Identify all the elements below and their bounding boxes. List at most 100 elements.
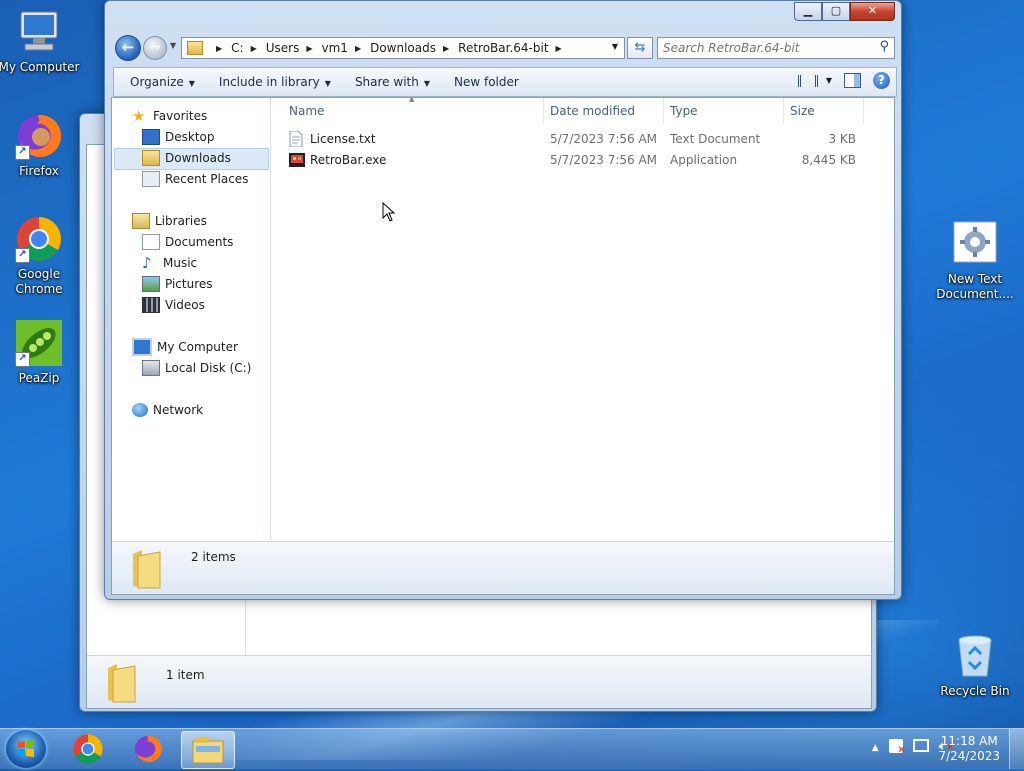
back-button[interactable]: ← (115, 35, 141, 61)
column-header-name[interactable]: Name (289, 104, 324, 122)
search-input[interactable] (661, 38, 871, 58)
network-status-icon[interactable] (912, 739, 929, 752)
breadcrumb-item[interactable]: Downloads (370, 41, 436, 55)
file-list: ▲ Name Date modified Type Size License.t… (271, 95, 893, 540)
forward-button[interactable]: → (143, 36, 167, 60)
organize-menu[interactable]: Organize ▼ (114, 75, 203, 89)
file-name: License.txt (310, 132, 376, 146)
taskbar-explorer[interactable] (181, 731, 235, 769)
nav-music[interactable]: ♪ Music (142, 253, 197, 273)
desktop-icon-my-computer[interactable]: My Computer (0, 8, 81, 75)
breadcrumb-item[interactable]: Users (266, 41, 300, 55)
chevron-right-icon[interactable]: ▶ (443, 44, 449, 53)
pictures-icon (142, 276, 160, 292)
chevron-right-icon[interactable]: ▶ (556, 44, 562, 53)
desktop-icon-new-text-document[interactable]: New Text Document.... (932, 220, 1018, 302)
nav-my-computer[interactable]: My Computer (132, 337, 238, 357)
videos-icon (142, 297, 160, 313)
settings-file-icon (951, 220, 999, 268)
column-header-type[interactable]: Type (670, 104, 698, 122)
close-button[interactable]: ✕ (850, 2, 895, 21)
desktop-icon-chrome[interactable]: ↗ Google Chrome (0, 215, 81, 297)
taskbar: ▲ ✕ 🔈︎✕ 11:18 AM 7/24/2023 (0, 728, 1024, 769)
chevron-down-icon: ▼ (324, 79, 331, 88)
command-bar: Organize ▼ Include in library ▼ Share with… (113, 67, 897, 97)
nav-documents[interactable]: Documents (142, 232, 233, 252)
nav-local-disk[interactable]: Local Disk (C:) (142, 358, 251, 378)
folder-icon (130, 548, 164, 589)
view-icon (797, 74, 818, 87)
column-header-size[interactable]: Size (790, 104, 815, 122)
peazip-icon: ↗ (15, 319, 63, 367)
column-header-date-modified[interactable]: Date modified (550, 104, 635, 122)
desktop-icon-recycle-bin[interactable]: Recycle Bin (932, 632, 1018, 699)
start-button[interactable] (6, 730, 46, 768)
taskbar-chrome[interactable] (62, 731, 114, 767)
clock[interactable]: 11:18 AM 7/24/2023 (938, 734, 1000, 764)
breadcrumb-item[interactable]: vm1 (322, 41, 348, 55)
show-desktop-button[interactable] (1009, 729, 1024, 769)
breadcrumb-item[interactable]: RetroBar.64-bit (458, 41, 548, 55)
nav-desktop[interactable]: Desktop (142, 127, 215, 147)
recent-pages-dropdown[interactable]: ▼ (170, 41, 176, 50)
music-icon: ♪ (142, 254, 152, 272)
nav-network[interactable]: Network (132, 400, 203, 420)
taskbar-firefox[interactable] (122, 731, 174, 767)
mouse-cursor-icon (382, 201, 396, 225)
text-file-icon (289, 130, 303, 150)
file-size: 8,445 KB (801, 153, 856, 167)
chevron-right-icon[interactable]: ▶ (216, 44, 222, 53)
chrome-icon: ↗ (15, 215, 63, 263)
nav-downloads[interactable]: Downloads (142, 148, 231, 168)
shortcut-arrow-icon: ↗ (15, 145, 30, 160)
file-row[interactable]: License.txt 5/7/2023 7:56 AM Text Docume… (271, 129, 871, 149)
preview-pane-button[interactable] (844, 73, 861, 88)
chevron-right-icon[interactable]: ▶ (306, 44, 312, 53)
navigation-pane: ★ Favorites Desktop Downloads Recent Plac… (112, 98, 271, 540)
nav-recent-places[interactable]: Recent Places (142, 169, 248, 189)
include-in-library-menu[interactable]: Include in library ▼ (203, 75, 339, 89)
item-count: 2 items (191, 550, 236, 564)
network-icon (132, 403, 148, 417)
help-button[interactable]: ? (873, 72, 890, 89)
address-bar[interactable]: ▶ C: ▶ Users ▶ vm1 ▶ Downloads ▶ RetroBa… (181, 37, 625, 59)
minimize-button[interactable]: ▁ (794, 2, 822, 21)
desktop-icon-label: Firefox (19, 164, 59, 178)
explorer-content: ★ Favorites Desktop Downloads Recent Plac… (111, 95, 895, 595)
folder-icon (187, 41, 203, 55)
desktop-icon-label: Google Chrome (15, 267, 63, 296)
desktop-icon-peazip[interactable]: ↗ PeaZip (0, 319, 81, 386)
refresh-button[interactable]: ⇆ (627, 37, 653, 59)
chevron-down-icon: ▼ (423, 79, 430, 88)
nav-favorites[interactable]: ★ Favorites (132, 106, 207, 126)
computer-icon (15, 8, 63, 56)
change-view-button[interactable]: ▼ (797, 74, 832, 87)
shortcut-arrow-icon: ↗ (15, 352, 30, 367)
search-icon[interactable]: ⚲ (879, 39, 889, 54)
desktop-icon (142, 129, 160, 145)
firefox-icon: ↗ (15, 112, 63, 160)
chevron-right-icon[interactable]: ▶ (355, 44, 361, 53)
recycle-bin-icon (951, 632, 999, 680)
downloads-folder-icon (142, 150, 160, 166)
nav-videos[interactable]: Videos (142, 295, 205, 315)
explorer-icon (192, 737, 224, 764)
chevron-right-icon[interactable]: ▶ (251, 44, 257, 53)
file-date: 5/7/2023 7:56 AM (550, 132, 658, 146)
desktop-icon-label: My Computer (0, 60, 80, 74)
action-center-icon[interactable]: ✕ (888, 739, 906, 756)
share-with-menu[interactable]: Share with ▼ (339, 75, 438, 89)
nav-libraries[interactable]: Libraries (132, 211, 207, 231)
file-row[interactable]: RetroBar.exe 5/7/2023 7:56 AM Applicatio… (271, 150, 871, 170)
nav-pictures[interactable]: Pictures (142, 274, 213, 294)
explorer-window[interactable]: ▁ ▢ ✕ ← → ▼ ▶ C: ▶ Users ▶ vm1 ▶ Downloa… (104, 0, 902, 600)
caption-buttons: ▁ ▢ ✕ (794, 2, 895, 21)
new-folder-button[interactable]: New folder (438, 75, 527, 89)
desktop-icon-firefox[interactable]: ↗ Firefox (0, 112, 81, 179)
chevron-up-icon[interactable]: ▲ (872, 739, 879, 757)
maximize-button[interactable]: ▢ (822, 2, 850, 21)
chevron-down-icon: ▼ (825, 76, 832, 85)
chevron-down-icon[interactable]: ▼ (612, 42, 618, 51)
firefox-icon (134, 735, 162, 763)
breadcrumb-item[interactable]: C: (231, 41, 243, 55)
